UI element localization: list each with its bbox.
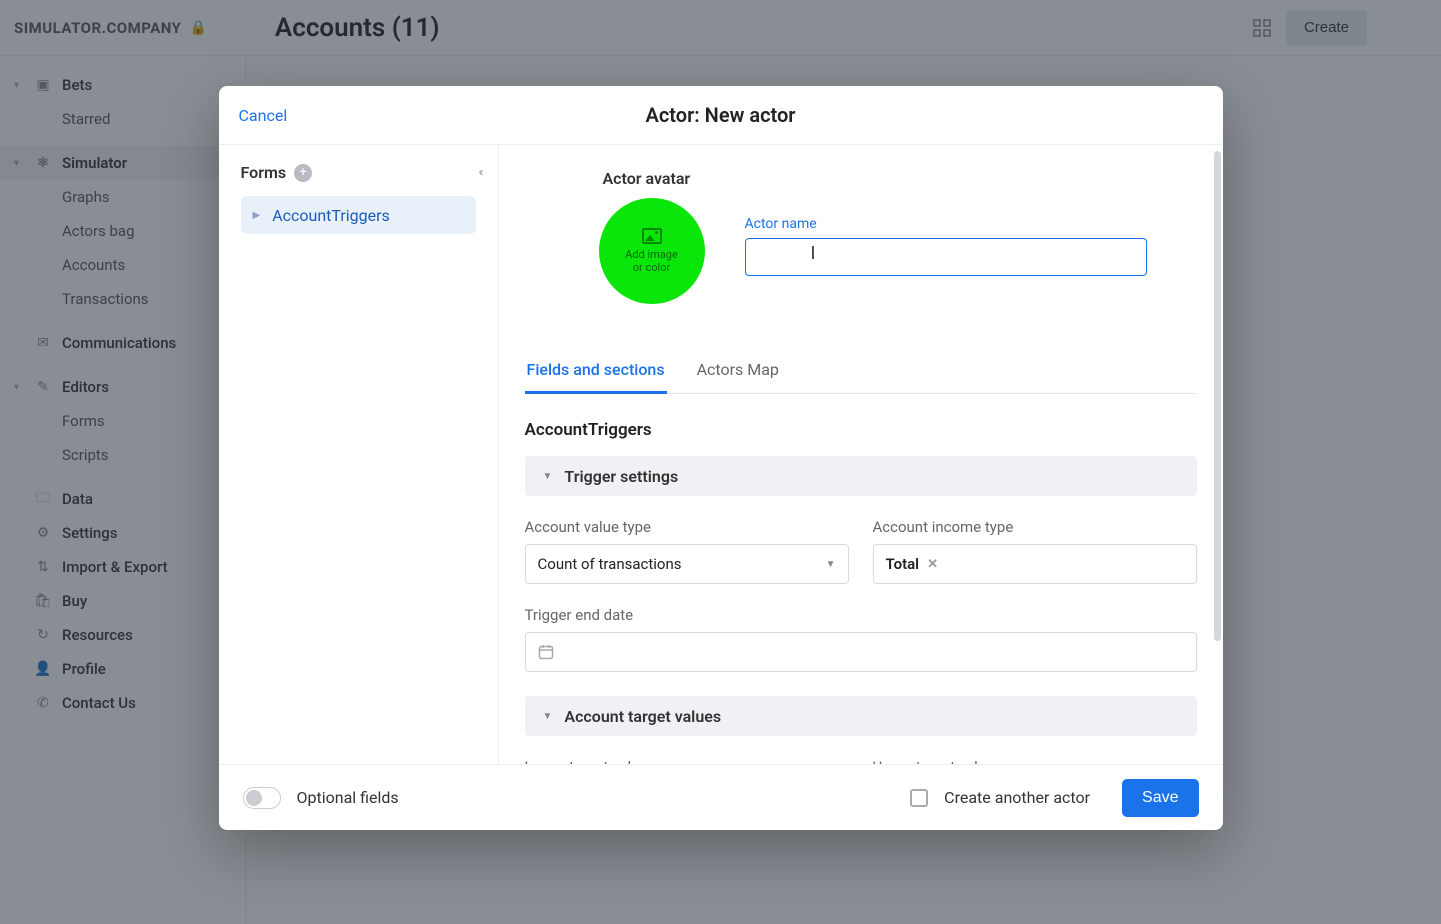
- account-income-type-label: Account income type: [873, 518, 1197, 536]
- optional-fields-label: Optional fields: [297, 788, 399, 807]
- dialog-main: Actor avatar Add image or color: [499, 145, 1223, 764]
- tab-fields-sections[interactable]: Fields and sections: [525, 350, 667, 394]
- tabs: Fields and sections Actors Map: [525, 350, 1197, 394]
- add-form-icon[interactable]: +: [294, 164, 312, 182]
- chevron-down-icon: ▼: [543, 471, 553, 482]
- avatar-picker[interactable]: Add image or color: [599, 198, 705, 304]
- trigger-end-date-input[interactable]: [525, 632, 1197, 672]
- actor-name-input[interactable]: [745, 238, 1147, 276]
- account-target-values-label: Account target values: [564, 707, 721, 726]
- tab-actors-map[interactable]: Actors Map: [695, 350, 781, 394]
- trigger-end-date-label: Trigger end date: [525, 606, 1197, 624]
- section-name: AccountTriggers: [525, 420, 1197, 440]
- dialog-footer: Optional fields Create another actor Sav…: [219, 764, 1223, 830]
- form-item-account-triggers[interactable]: ▶ AccountTriggers: [241, 196, 476, 234]
- create-another-label: Create another actor: [944, 788, 1090, 807]
- calendar-icon: [538, 644, 554, 660]
- modal-overlay: Cancel Actor: New actor Forms + ‹‹ ▶ Acc…: [0, 0, 1441, 924]
- dialog-header: Cancel Actor: New actor: [219, 86, 1223, 144]
- create-another-checkbox[interactable]: [910, 789, 928, 807]
- dialog-title: Actor: New actor: [219, 103, 1223, 127]
- trigger-settings-header[interactable]: ▼ Trigger settings: [525, 456, 1197, 496]
- chevron-right-icon: ▶: [253, 210, 261, 221]
- remove-tag-icon[interactable]: ✕: [927, 557, 938, 572]
- cancel-button[interactable]: Cancel: [239, 106, 288, 125]
- account-value-type-select[interactable]: Count of transactions ▼: [525, 544, 849, 584]
- account-income-type-input[interactable]: Total ✕: [873, 544, 1197, 584]
- actor-name-label: Actor name: [745, 216, 1147, 232]
- forms-sidebar: Forms + ‹‹ ▶ AccountTriggers: [219, 145, 499, 764]
- chevron-down-icon: ▼: [826, 559, 836, 570]
- trigger-settings-label: Trigger settings: [564, 467, 678, 486]
- avatar-label: Actor avatar: [603, 169, 1197, 188]
- avatar-hint-2: or color: [633, 261, 670, 274]
- income-type-tag: Total: [886, 555, 920, 573]
- upper-target-value-label: Upper target value: [873, 758, 1197, 764]
- collapse-sidebar-icon[interactable]: ‹‹: [480, 165, 486, 180]
- account-value-type-value: Count of transactions: [538, 555, 682, 573]
- form-item-label: AccountTriggers: [272, 206, 390, 225]
- lower-target-value-label: Lower target value: [525, 758, 849, 764]
- account-target-values-header[interactable]: ▼ Account target values: [525, 696, 1197, 736]
- account-value-type-label: Account value type: [525, 518, 849, 536]
- save-button[interactable]: Save: [1122, 779, 1198, 817]
- actor-dialog: Cancel Actor: New actor Forms + ‹‹ ▶ Acc…: [219, 86, 1223, 830]
- avatar-hint-1: Add image: [625, 248, 678, 261]
- chevron-down-icon: ▼: [543, 711, 553, 722]
- optional-fields-toggle[interactable]: [243, 787, 281, 809]
- image-icon: [642, 228, 662, 244]
- scrollbar[interactable]: [1214, 151, 1221, 641]
- forms-header-label: Forms: [241, 163, 287, 182]
